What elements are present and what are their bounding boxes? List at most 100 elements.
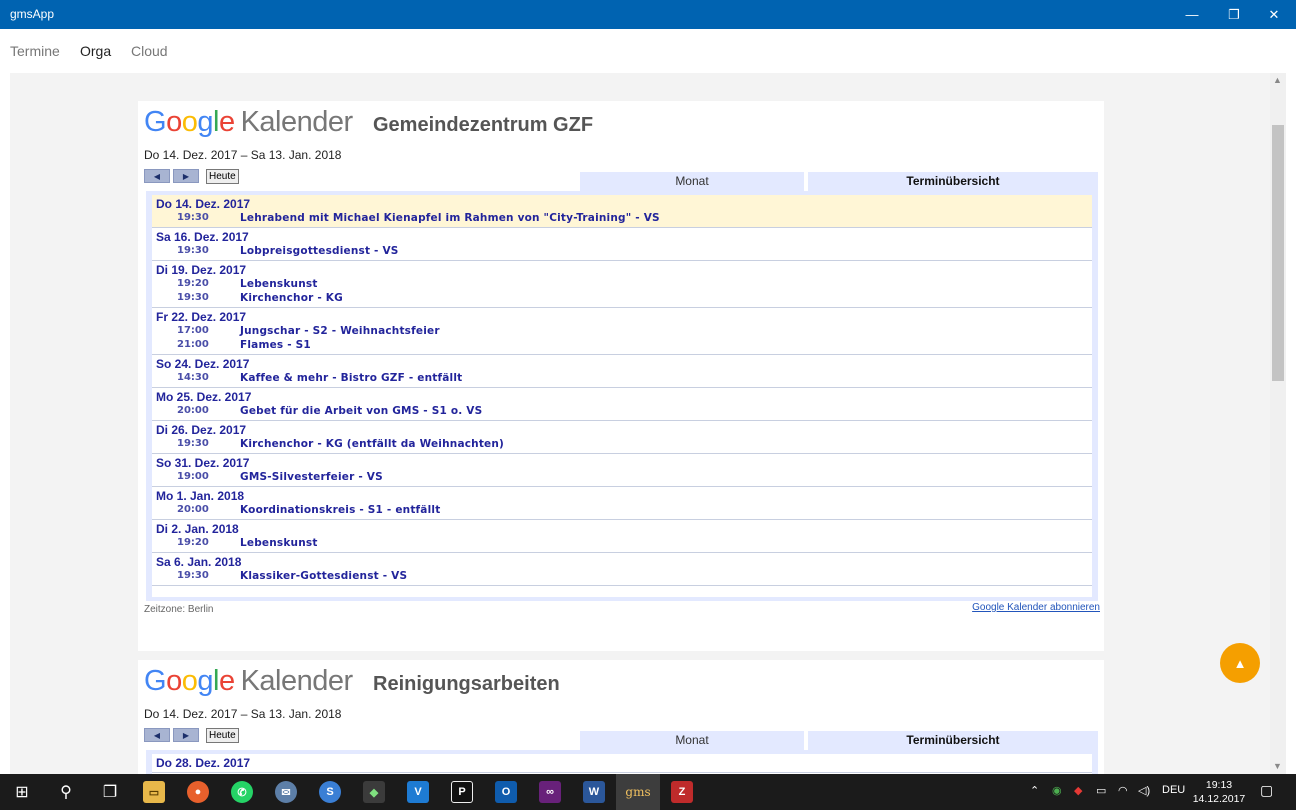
event-title[interactable]: Kaffee & mehr - Bistro GZF - entfällt <box>240 371 462 385</box>
agenda-day: Sa 6. Jan. 2018 19:30 Klassiker-Gottesdien… <box>152 553 1092 586</box>
scroll-to-top-button[interactable]: ▲ <box>1220 643 1260 683</box>
notification-icon[interactable]: ▢ <box>1260 782 1273 799</box>
agenda-day: Sa 16. Dez. 2017 19:30 Lobpreisgottesdiens… <box>152 228 1092 261</box>
outlook-icon[interactable]: O <box>484 774 528 810</box>
event-row[interactable]: 14:30 Kaffee & mehr - Bistro GZF - entfäl… <box>156 371 1092 385</box>
agenda-day: Di 2. Jan. 2018 19:20 Lebenskunst <box>152 520 1092 553</box>
agenda-day: Di 26. Dez. 2017 19:30 Kirchenchor - KG (e… <box>152 421 1092 454</box>
tab-monat[interactable]: Monat <box>580 172 804 191</box>
scroll-up-icon[interactable]: ▲ <box>1273 75 1282 85</box>
event-time: 19:30 <box>177 438 209 449</box>
agenda-day: Do 14. Dez. 2017 19:30 Lehrabend mit Micha… <box>152 195 1092 228</box>
day-label: Di 2. Jan. 2018 <box>156 522 239 536</box>
event-row[interactable]: 19:30 Klassiker-Gottesdienst - VS <box>156 569 1092 583</box>
calendar-embed-reinigung: Google Kalender Reinigungsarbeiten Do 14.… <box>138 660 1104 774</box>
event-row[interactable]: 19:20 Lebenskunst <box>156 277 1092 291</box>
event-title[interactable]: Jungschar - S2 - Weihnachtsfeier <box>240 324 440 338</box>
vs-code-icon[interactable]: V <box>396 774 440 810</box>
nav-orga[interactable]: Orga <box>80 43 111 59</box>
browser-icon[interactable]: S <box>308 774 352 810</box>
event-row[interactable]: 20:00 Gebet für die Arbeit von GMS - S1 o… <box>156 404 1092 418</box>
event-row[interactable]: 19:30 Lehrabend mit Michael Kienapfel im … <box>156 211 1092 225</box>
next-button[interactable]: ▶ <box>173 728 199 742</box>
task-view-icon[interactable]: ❐ <box>88 774 132 810</box>
network-app-icon[interactable]: ◉ <box>1052 784 1062 797</box>
tab-monat[interactable]: Monat <box>580 731 804 750</box>
nav-termine[interactable]: Termine <box>10 43 60 59</box>
event-title[interactable]: Kirchenchor - KG <box>240 291 343 305</box>
system-clock[interactable]: 19:13 14.12.2017 <box>1190 778 1248 806</box>
subscribe-link[interactable]: Google Kalender abonnieren <box>972 602 1100 613</box>
event-title[interactable]: Gebet für die Arbeit von GMS - S1 o. VS <box>240 404 482 418</box>
day-label: Do 14. Dez. 2017 <box>156 197 251 211</box>
visual-studio-icon[interactable]: ∞ <box>528 774 572 810</box>
word-icon[interactable]: W <box>572 774 616 810</box>
event-row[interactable]: 21:00 Flames - S1 <box>156 338 1092 352</box>
today-button[interactable]: Heute <box>206 728 239 743</box>
windows-start-icon[interactable]: ⊞ <box>0 774 44 810</box>
search-icon[interactable]: ⚲ <box>44 774 88 810</box>
wifi-icon[interactable]: ◠ <box>1118 784 1128 797</box>
chevron-up-icon[interactable]: ⌃ <box>1030 784 1039 797</box>
prev-button[interactable]: ◀ <box>144 728 170 742</box>
event-title[interactable]: Lebenskunst <box>240 536 318 550</box>
event-time: 17:00 <box>177 325 209 336</box>
event-title[interactable]: GMS-Silvesterfeier - VS <box>240 470 383 484</box>
agenda-list: Do 28. Dez. 2017 <box>152 754 1092 774</box>
event-row[interactable]: 19:30 Kirchenchor - KG <box>156 291 1092 305</box>
event-row[interactable]: 19:20 Lebenskunst <box>156 536 1092 550</box>
whatsapp-icon[interactable]: ✆ <box>220 774 264 810</box>
event-title[interactable]: Lehrabend mit Michael Kienapfel im Rahme… <box>240 211 660 225</box>
tab-terminuebersicht[interactable]: Terminübersicht <box>808 731 1098 750</box>
event-row[interactable]: 19:30 Lobpreisgottesdienst - VS <box>156 244 1092 258</box>
taskbar: ⊞ ⚲ ❐ ▭ ● ✆ ✉ S ◆ V P O ∞ W gms Z ⌃ ◉ ◆ … <box>0 774 1296 810</box>
file-explorer-icon[interactable]: ▭ <box>132 774 176 810</box>
gms-app-label: gms <box>625 785 651 799</box>
scrollbar-thumb[interactable] <box>1272 125 1284 381</box>
event-title[interactable]: Koordinationskreis - S1 - entfällt <box>240 503 440 517</box>
close-button[interactable]: ✕ <box>1254 0 1294 29</box>
day-label: Fr 22. Dez. 2017 <box>156 310 247 324</box>
event-time: 19:20 <box>177 278 209 289</box>
volume-icon[interactable]: ◁) <box>1138 784 1150 797</box>
event-title[interactable]: Klassiker-Gottesdienst - VS <box>240 569 407 583</box>
minimize-button[interactable]: — <box>1172 0 1212 29</box>
next-button[interactable]: ▶ <box>173 169 199 183</box>
event-row[interactable]: 19:30 Kirchenchor - KG (entfällt da Weihn… <box>156 437 1092 451</box>
vertical-scrollbar[interactable]: ▲ ▼ <box>1270 73 1286 774</box>
chevron-right-icon: ▶ <box>182 171 190 181</box>
scroll-down-icon[interactable]: ▼ <box>1273 761 1282 771</box>
chevron-left-icon: ◀ <box>153 730 161 740</box>
tab-terminuebersicht[interactable]: Terminübersicht <box>808 172 1098 191</box>
agenda-frame: Do 28. Dez. 2017 <box>146 750 1098 774</box>
day-label: Mo 1. Jan. 2018 <box>156 489 245 503</box>
date-range: Do 14. Dez. 2017 – Sa 13. Jan. 2018 <box>144 707 342 721</box>
event-row[interactable]: 17:00 Jungschar - S2 - Weihnachtsfeier <box>156 324 1092 338</box>
jetbrains-icon[interactable]: P <box>440 774 484 810</box>
event-title[interactable]: Flames - S1 <box>240 338 311 352</box>
today-button[interactable]: Heute <box>206 169 239 184</box>
gms-app-taskbar-button[interactable]: gms <box>616 774 660 810</box>
event-row[interactable]: 20:00 Koordinationskreis - S1 - entfällt <box>156 503 1092 517</box>
restore-button[interactable]: ❐ <box>1214 0 1254 29</box>
git-icon[interactable]: ◆ <box>352 774 396 810</box>
event-time: 19:30 <box>177 292 209 303</box>
agenda-day: So 31. Dez. 2017 19:00 GMS-Silvesterfeier … <box>152 454 1092 487</box>
prev-button[interactable]: ◀ <box>144 169 170 183</box>
mail-icon[interactable]: ✉ <box>264 774 308 810</box>
chevron-left-icon: ◀ <box>153 171 161 181</box>
filezilla-icon[interactable]: Z <box>660 774 704 810</box>
antivirus-icon[interactable]: ◆ <box>1074 784 1082 797</box>
agenda-frame: Do 14. Dez. 2017 19:30 Lehrabend mit Micha… <box>146 191 1098 601</box>
day-label: Di 26. Dez. 2017 <box>156 423 247 437</box>
event-title[interactable]: Lebenskunst <box>240 277 318 291</box>
day-label: Mo 25. Dez. 2017 <box>156 390 252 404</box>
language-indicator[interactable]: DEU <box>1162 784 1185 796</box>
day-label: So 31. Dez. 2017 <box>156 456 250 470</box>
firefox-icon[interactable]: ● <box>176 774 220 810</box>
event-row[interactable]: 19:00 GMS-Silvesterfeier - VS <box>156 470 1092 484</box>
event-title[interactable]: Kirchenchor - KG (entfällt da Weihnachte… <box>240 437 504 451</box>
nav-cloud[interactable]: Cloud <box>131 43 168 59</box>
battery-icon[interactable]: ▭ <box>1096 784 1106 797</box>
event-title[interactable]: Lobpreisgottesdienst - VS <box>240 244 399 258</box>
